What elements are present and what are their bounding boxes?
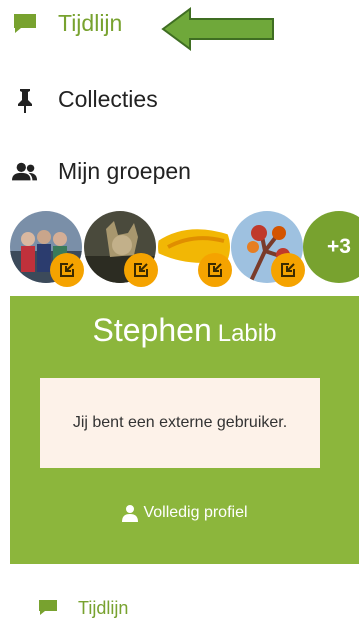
callout-arrow-icon — [161, 7, 274, 51]
external-link-icon — [124, 253, 158, 287]
nav-item-label: Mijn groepen — [58, 158, 191, 184]
nav-item-label: Collecties — [58, 86, 158, 112]
group-avatars: +3 — [10, 211, 359, 287]
profile-last-name: Labib — [217, 320, 277, 347]
comment-icon — [12, 11, 38, 37]
more-groups-button[interactable]: +3 — [303, 211, 359, 283]
nav-item-label: Tijdlijn — [58, 10, 123, 36]
external-user-notice: Jij bent een externe gebruiker. — [40, 378, 320, 468]
bottom-nav-tijdlijn[interactable]: Tijdlijn — [38, 598, 128, 619]
full-profile-link[interactable]: Volledig profiel — [10, 504, 359, 522]
profile-name: Stephen Labib — [10, 312, 359, 349]
nav-item-collecties[interactable]: Collecties — [12, 86, 158, 113]
users-icon — [12, 159, 38, 185]
full-profile-label: Volledig profiel — [143, 504, 248, 521]
pin-icon — [12, 87, 38, 113]
nav-item-mijn-groepen[interactable]: Mijn groepen — [12, 158, 191, 185]
external-link-icon — [198, 253, 232, 287]
nav-item-tijdlijn[interactable]: Tijdlijn — [12, 10, 122, 37]
group-avatar[interactable] — [10, 211, 84, 287]
external-link-icon — [271, 253, 305, 287]
profile-first-name: Stephen — [92, 312, 212, 348]
group-avatar[interactable] — [158, 211, 232, 287]
bottom-nav-label: Tijdlijn — [78, 598, 129, 618]
external-link-icon — [50, 253, 84, 287]
group-avatar[interactable] — [231, 211, 305, 287]
comment-icon — [38, 599, 58, 619]
group-avatar[interactable] — [84, 211, 158, 287]
user-icon — [121, 504, 139, 522]
profile-card: Stephen Labib Jij bent een externe gebrui… — [10, 296, 359, 564]
